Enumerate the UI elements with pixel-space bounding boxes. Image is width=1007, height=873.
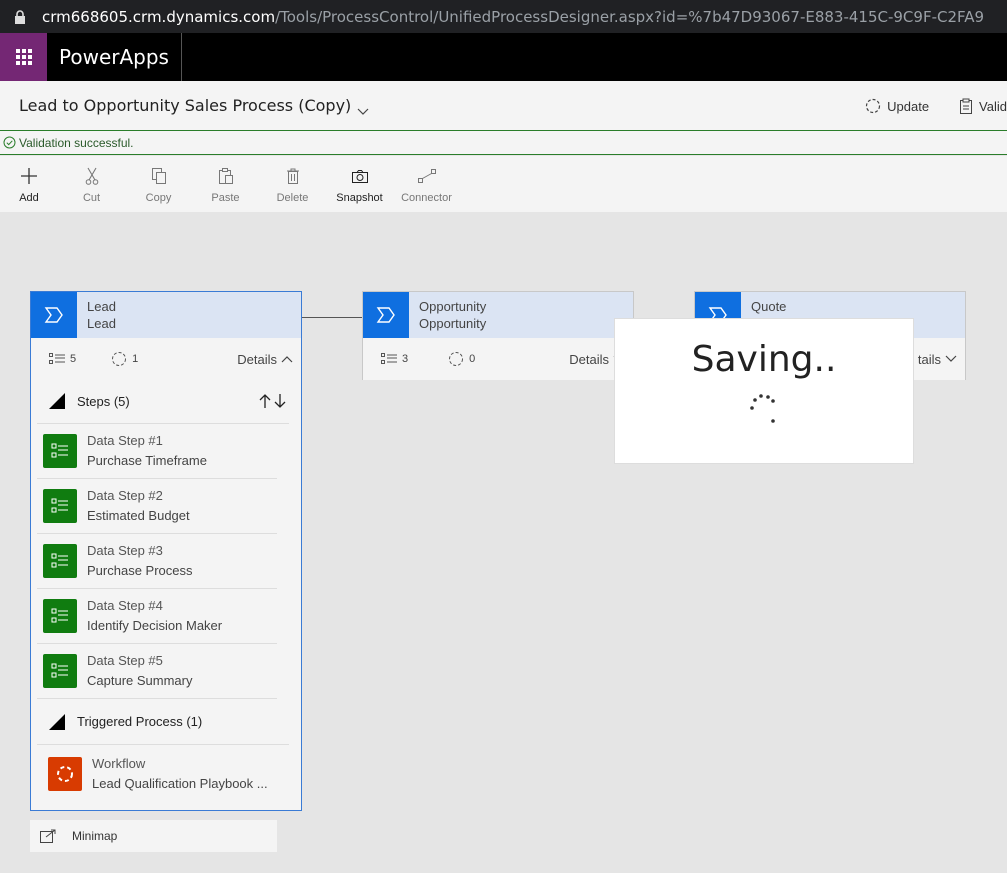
update-button[interactable]: Update	[865, 98, 929, 114]
triggered-process-section-header[interactable]: Triggered Process (1)	[37, 699, 289, 744]
sort-arrows-icon[interactable]	[259, 393, 287, 409]
stage-name: Opportunity	[419, 299, 487, 314]
stage-connector-line	[301, 317, 363, 318]
trash-icon	[286, 168, 299, 184]
data-step-item[interactable]: Data Step #4 Identify Decision Maker	[37, 589, 277, 644]
data-step-icon	[43, 544, 77, 578]
copy-button[interactable]: Copy	[125, 156, 192, 212]
copy-icon	[151, 168, 166, 184]
validation-notification: Validation successful.	[0, 131, 1007, 155]
designer-toolbar: Add Cut Copy Paste Delete Snapshot Conne…	[0, 156, 1007, 212]
saving-dialog: Saving..	[614, 318, 914, 464]
data-step-icon	[43, 654, 77, 688]
stage-meta: 3 0 Details	[363, 338, 633, 380]
paste-button[interactable]: Paste	[192, 156, 259, 212]
stage-entity: Opportunity	[419, 316, 487, 331]
workflow-circle-icon	[112, 352, 127, 366]
stage-entity: Lead	[87, 316, 116, 331]
check-circle-icon	[3, 136, 16, 149]
brand-name[interactable]: PowerApps	[47, 33, 182, 81]
stage-name: Lead	[87, 299, 116, 314]
app-header: PowerApps	[0, 33, 1007, 81]
stage-card-lead[interactable]: Lead Lead 5 1 Details	[30, 291, 302, 380]
camera-icon	[351, 170, 368, 183]
stage-card-opportunity[interactable]: Opportunity Opportunity 3 0 Details	[362, 291, 634, 380]
stage-chevron-icon	[363, 292, 409, 338]
spinner-icon	[750, 394, 775, 423]
stage-header[interactable]: Lead Lead	[31, 292, 301, 338]
stage-meta: 5 1 Details	[31, 338, 301, 380]
data-step-item[interactable]: Data Step #3 Purchase Process	[37, 534, 277, 589]
steps-icon	[381, 353, 397, 364]
process-title-bar: Lead to Opportunity Sales Process (Copy)…	[0, 81, 1007, 131]
triggers-count: 0	[448, 351, 475, 367]
workflow-item[interactable]: Workflow Lead Qualification Playbook ...	[37, 744, 289, 802]
scissors-icon	[85, 167, 98, 185]
connector-button[interactable]: Connector	[393, 156, 460, 212]
browser-address-bar[interactable]: crm668605.crm.dynamics.com/Tools/Process…	[0, 0, 1007, 33]
minimap-icon	[40, 829, 56, 843]
workflow-circle-icon	[449, 352, 464, 366]
stage-name: Quote	[751, 299, 787, 314]
workflow-icon	[48, 756, 82, 791]
waffle-icon	[15, 49, 32, 65]
snapshot-button[interactable]: Snapshot	[326, 156, 393, 212]
url-text: crm668605.crm.dynamics.com/Tools/Process…	[42, 7, 985, 26]
details-toggle[interactable]: Details	[237, 338, 293, 380]
app-launcher-button[interactable]	[0, 33, 47, 81]
stage-header[interactable]: Opportunity Opportunity	[363, 292, 633, 338]
chevron-up-icon	[281, 356, 293, 363]
lock-icon	[14, 9, 26, 24]
validate-button[interactable]: Valid	[959, 98, 1007, 114]
collapse-triangle-icon	[49, 393, 65, 409]
stage-details-panel: Steps (5) Data Step #1 Purchase Timeframe…	[30, 379, 302, 811]
add-button[interactable]: Add	[0, 156, 58, 212]
update-icon	[866, 98, 881, 114]
saving-text: Saving..	[691, 339, 837, 380]
process-title[interactable]: Lead to Opportunity Sales Process (Copy)	[19, 96, 369, 115]
data-step-icon	[43, 434, 77, 468]
delete-button[interactable]: Delete	[259, 156, 326, 212]
stage-chevron-icon	[31, 292, 77, 338]
minimap-toggle[interactable]: Minimap	[30, 820, 277, 852]
data-step-item[interactable]: Data Step #2 Estimated Budget	[37, 479, 277, 534]
paste-icon	[218, 168, 233, 184]
steps-count: 5	[49, 353, 76, 365]
chevron-down-icon	[945, 355, 957, 362]
data-step-icon	[43, 489, 77, 523]
triggers-count: 1	[111, 351, 138, 367]
title-actions: Update Valid	[835, 81, 1007, 131]
connector-icon	[417, 169, 436, 183]
data-step-icon	[43, 599, 77, 633]
collapse-triangle-icon	[49, 713, 65, 730]
designer-canvas[interactable]: Lead Lead 5 1 Details Opportunity Opport…	[0, 212, 1007, 873]
chevron-down-icon	[357, 101, 369, 115]
details-toggle[interactable]: tails	[918, 338, 957, 380]
clipboard-icon	[960, 98, 973, 114]
data-step-item[interactable]: Data Step #1 Purchase Timeframe	[37, 424, 277, 479]
steps-icon	[49, 353, 65, 364]
data-step-item[interactable]: Data Step #5 Capture Summary	[37, 644, 277, 699]
plus-icon	[21, 168, 37, 184]
steps-count: 3	[381, 353, 408, 365]
cut-button[interactable]: Cut	[58, 156, 125, 212]
steps-section-header[interactable]: Steps (5)	[37, 379, 289, 424]
